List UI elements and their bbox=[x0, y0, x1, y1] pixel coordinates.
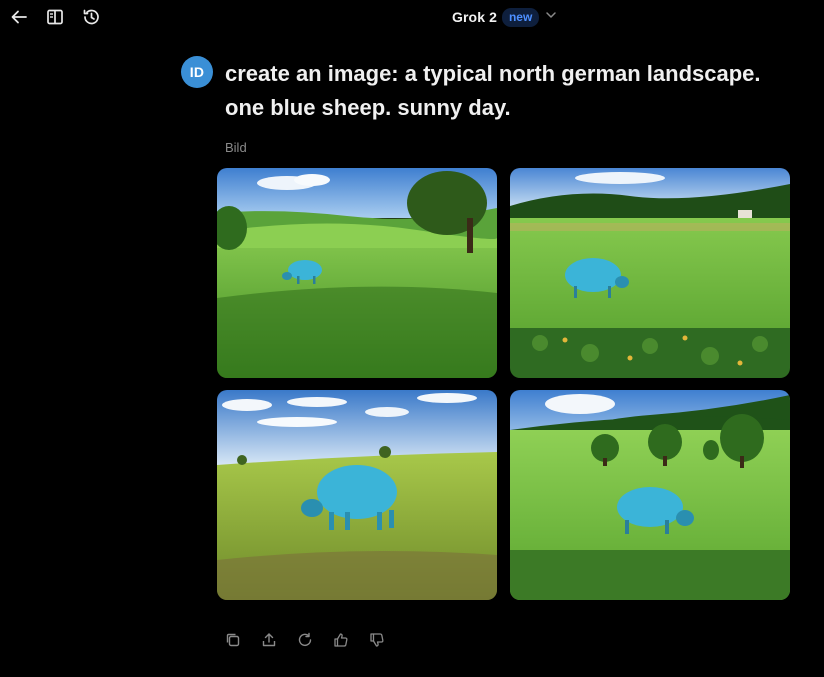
response-actions bbox=[221, 627, 389, 653]
generated-image-2[interactable] bbox=[510, 168, 790, 378]
generated-image-3[interactable] bbox=[217, 390, 497, 600]
generated-image-1[interactable] bbox=[217, 168, 497, 378]
thumbs-down-icon[interactable] bbox=[365, 627, 389, 653]
user-prompt: create an image: a typical north german … bbox=[225, 61, 761, 120]
model-name: Grok 2 bbox=[452, 9, 497, 25]
image-grid bbox=[217, 168, 790, 600]
copy-icon[interactable] bbox=[221, 627, 245, 653]
sidebar-toggle-icon[interactable] bbox=[43, 5, 67, 29]
thumbs-up-icon[interactable] bbox=[329, 627, 353, 653]
regenerate-icon[interactable] bbox=[293, 627, 317, 653]
new-badge: new bbox=[501, 7, 540, 27]
generated-image-4[interactable] bbox=[510, 390, 790, 600]
back-arrow-icon[interactable] bbox=[7, 5, 31, 29]
history-icon[interactable] bbox=[79, 5, 103, 29]
share-icon[interactable] bbox=[257, 627, 281, 653]
chevron-down-icon bbox=[544, 8, 558, 27]
response-label: Bild bbox=[225, 140, 247, 155]
top-bar: Grok 2 new bbox=[0, 0, 824, 34]
avatar[interactable]: ID bbox=[181, 56, 213, 88]
model-selector[interactable]: Grok 2 new bbox=[452, 6, 558, 28]
